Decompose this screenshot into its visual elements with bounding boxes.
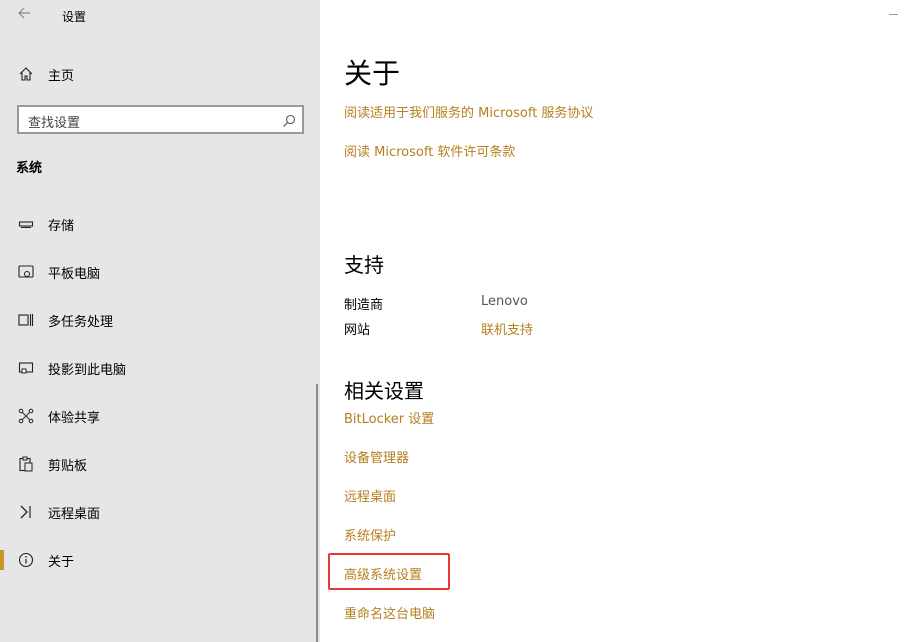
manufacturer-label: 制造商 — [344, 298, 384, 313]
sidebar-item-label: 关于 — [48, 554, 75, 570]
storage-icon — [17, 215, 35, 233]
settings-window: 设置 主页 查找设置 系统 存储 平板电脑 多任务处理 投影到此电脑 体验共享 … — [0, 0, 914, 642]
services-agreement-link[interactable]: 阅读适用于我们服务的 Microsoft 服务协议 — [344, 102, 593, 121]
sidebar-nav-list: 存储 平板电脑 多任务处理 投影到此电脑 体验共享 剪贴板 远程桌面 关于 — [0, 200, 320, 584]
info-icon — [17, 551, 35, 569]
bitlocker-settings-link[interactable]: BitLocker 设置 — [344, 408, 434, 427]
search-placeholder: 查找设置 — [28, 116, 81, 131]
section-title: 系统 — [16, 161, 43, 176]
support-heading: 支持 — [344, 253, 384, 277]
sidebar-item-label: 投影到此电脑 — [48, 362, 127, 378]
remote-desktop-link[interactable]: 远程桌面 — [344, 486, 396, 505]
sidebar-item-project[interactable]: 投影到此电脑 — [0, 344, 320, 392]
main-content: 关于 阅读适用于我们服务的 Microsoft 服务协议 阅读 Microsof… — [320, 0, 914, 642]
page-title: 关于 — [344, 57, 401, 90]
sidebar-item-about[interactable]: 关于 — [0, 536, 320, 584]
sidebar-item-label: 远程桌面 — [48, 506, 101, 522]
selection-indicator — [0, 550, 4, 570]
sidebar: 设置 主页 查找设置 系统 存储 平板电脑 多任务处理 投影到此电脑 体验共享 … — [0, 0, 320, 642]
sidebar-item-clipboard[interactable]: 剪贴板 — [0, 440, 320, 488]
remote-desktop-icon — [17, 503, 35, 521]
sidebar-item-label: 平板电脑 — [48, 266, 101, 282]
online-support-link[interactable]: 联机支持 — [481, 319, 533, 338]
sidebar-item-label: 主页 — [48, 68, 75, 84]
search-input[interactable]: 查找设置 — [17, 105, 304, 134]
sidebar-item-label: 剪贴板 — [48, 458, 88, 474]
related-settings-heading: 相关设置 — [344, 379, 424, 403]
sidebar-scrollbar[interactable] — [316, 384, 318, 642]
sidebar-item-remote-desktop[interactable]: 远程桌面 — [0, 488, 320, 536]
search-icon[interactable] — [282, 113, 296, 127]
project-icon — [17, 359, 35, 377]
minimize-icon[interactable] — [889, 14, 898, 15]
system-protection-link[interactable]: 系统保护 — [344, 525, 396, 544]
app-title: 设置 — [62, 10, 87, 24]
sidebar-item-multitasking[interactable]: 多任务处理 — [0, 296, 320, 344]
tablet-icon — [17, 263, 35, 281]
website-label: 网站 — [344, 323, 371, 338]
home-icon — [17, 65, 35, 83]
multitasking-icon — [17, 311, 35, 329]
sidebar-item-tablet[interactable]: 平板电脑 — [0, 248, 320, 296]
license-terms-link[interactable]: 阅读 Microsoft 软件许可条款 — [344, 141, 515, 160]
back-arrow-icon[interactable] — [10, 4, 38, 28]
clipboard-icon — [17, 455, 35, 473]
sidebar-item-label: 体验共享 — [48, 410, 101, 426]
highlight-annotation — [328, 553, 450, 590]
sidebar-item-storage[interactable]: 存储 — [0, 200, 320, 248]
manufacturer-value: Lenovo — [481, 294, 528, 309]
sidebar-item-share[interactable]: 体验共享 — [0, 392, 320, 440]
share-icon — [17, 407, 35, 425]
sidebar-item-label: 多任务处理 — [48, 314, 114, 330]
sidebar-item-label: 存储 — [48, 218, 75, 234]
sidebar-item-home[interactable]: 主页 — [0, 58, 320, 90]
device-manager-link[interactable]: 设备管理器 — [344, 447, 409, 466]
rename-pc-link[interactable]: 重命名这台电脑 — [344, 603, 435, 622]
title-bar: 设置 — [0, 0, 320, 32]
